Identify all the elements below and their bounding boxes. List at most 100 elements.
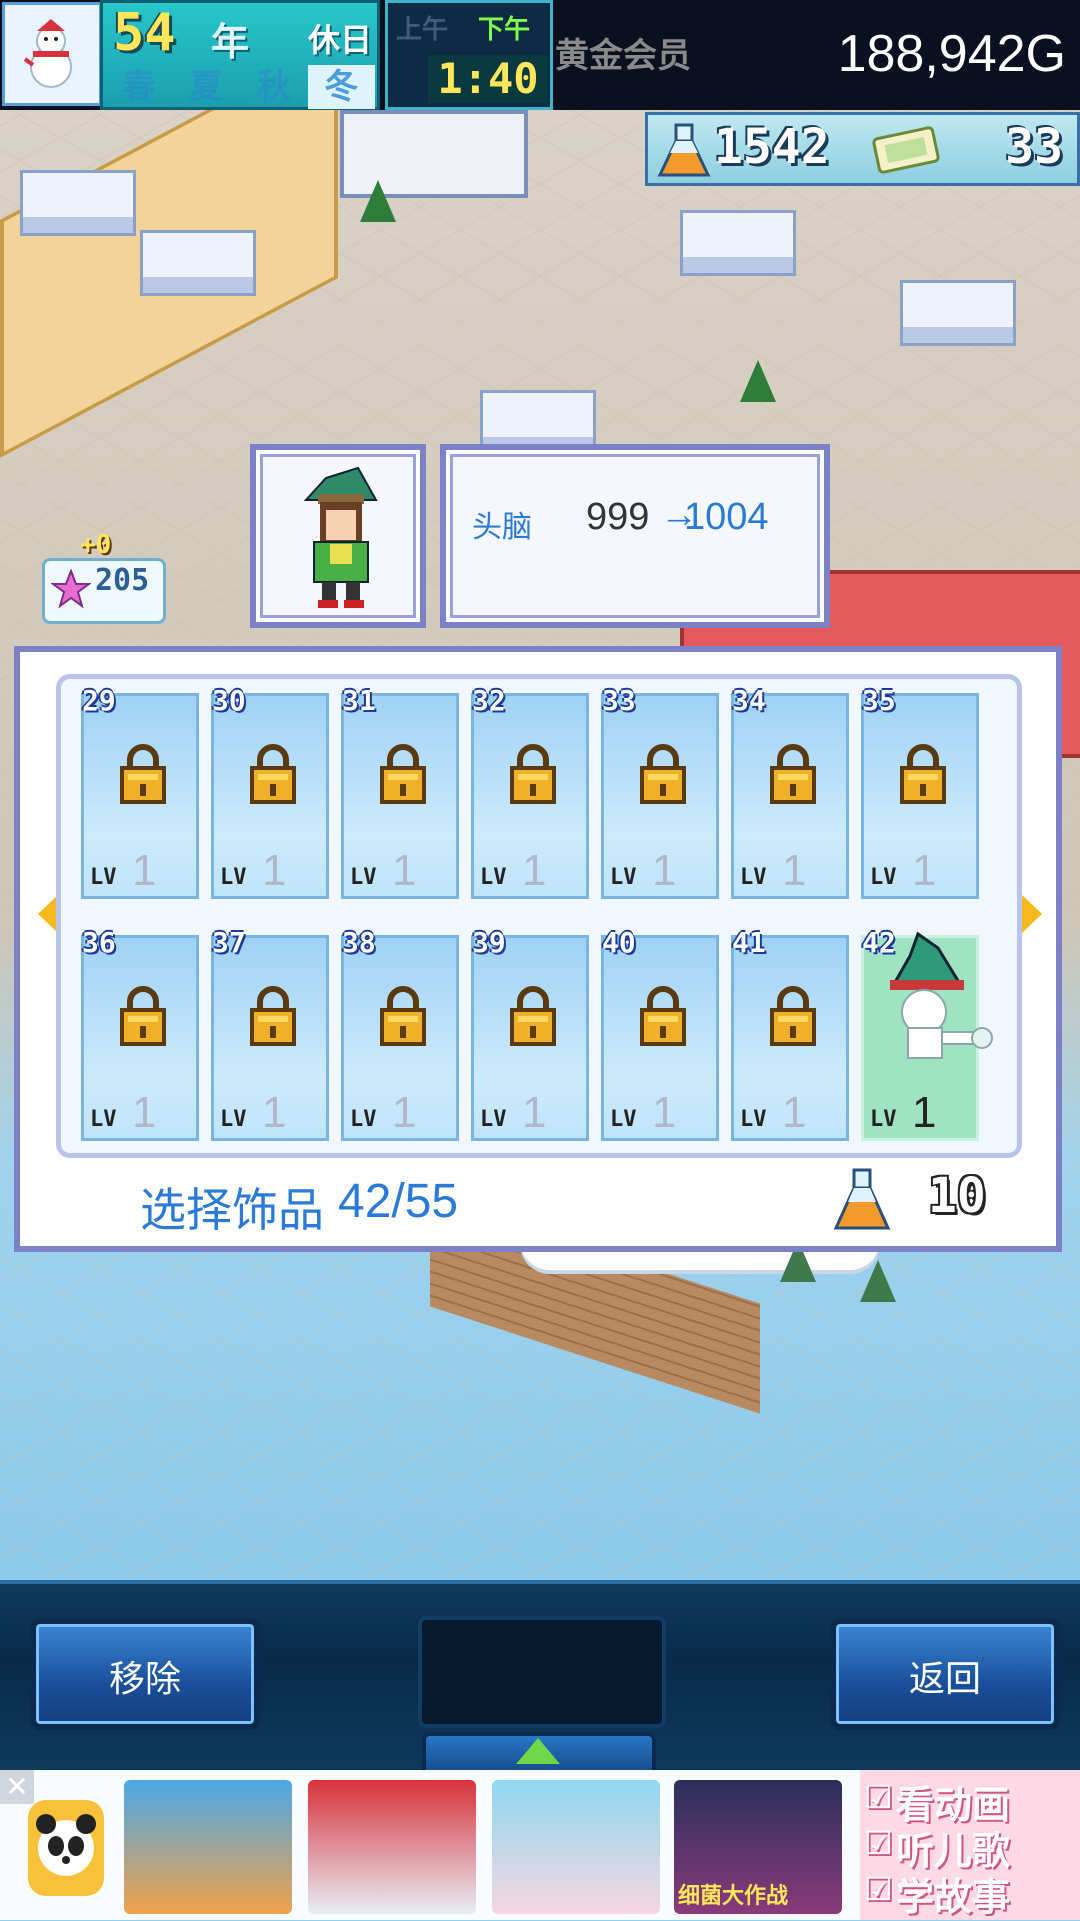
- level-label: LV: [350, 865, 377, 890]
- avatar[interactable]: [2, 2, 102, 106]
- lock-icon: [510, 744, 556, 804]
- level-value: 1: [782, 846, 807, 895]
- snow-tree: [860, 1260, 896, 1302]
- character-badge[interactable]: 205: [42, 558, 166, 624]
- time-panel: 上午 下午 1:40: [385, 0, 553, 110]
- level-label: LV: [220, 865, 247, 890]
- level-value: 1: [522, 846, 547, 895]
- ad-banner[interactable]: ✕ 细菌大作战 ☑ 看动画 ☑ 听儿歌 ☑ 学故事: [0, 1770, 1080, 1920]
- slot-number: 36: [82, 926, 116, 959]
- level-label: LV: [610, 865, 637, 890]
- flask-icon: [657, 123, 711, 177]
- level-value: 1: [522, 1088, 547, 1137]
- level-value: 1: [262, 846, 287, 895]
- season-autumn: 秋: [256, 67, 291, 107]
- center-slot: [418, 1616, 666, 1728]
- level-label: LV: [350, 1107, 377, 1132]
- accessory-slot-34[interactable]: 34 LV 1: [731, 684, 849, 899]
- panda-icon: [36, 1814, 96, 1876]
- level-label: LV: [480, 1107, 507, 1132]
- accessory-slot-30[interactable]: 30 LV 1: [211, 684, 329, 899]
- level-value: 1: [652, 1088, 677, 1137]
- accessory-select-panel: 29 LV 1 30 LV 1 31 LV 1 32 LV 1 33 LV 1 34 LV 1 35 LV 1 36 LV 1…: [14, 646, 1062, 1252]
- badge-value: 205: [95, 563, 150, 598]
- slot-number: 33: [602, 684, 636, 717]
- pm-label: 下午: [478, 15, 531, 45]
- accessory-slot-37[interactable]: 37 LV 1: [211, 926, 329, 1141]
- level-value: 1: [132, 846, 157, 895]
- slot-number: 30: [212, 684, 246, 717]
- close-icon[interactable]: ✕: [0, 1770, 34, 1804]
- snowman-icon: [23, 19, 72, 88]
- stat-change-frame: 头脑 999 → 1004: [440, 444, 830, 628]
- lock-icon: [120, 986, 166, 1046]
- lock-icon: [770, 744, 816, 804]
- slot-number: 37: [212, 926, 246, 959]
- am-label: 上午: [396, 15, 449, 45]
- level-label: LV: [90, 865, 117, 890]
- remove-button[interactable]: 移除: [30, 1618, 260, 1730]
- year-number: 54: [113, 3, 176, 63]
- slot-number: 38: [342, 926, 376, 959]
- bed: [680, 210, 796, 276]
- level-label: LV: [870, 1107, 897, 1132]
- slot-number: 39: [472, 926, 506, 959]
- elf-hat-accessory-icon: [890, 931, 993, 1059]
- ticket-icon: [872, 126, 940, 174]
- accessory-slot-29[interactable]: 29 LV 1: [81, 684, 199, 899]
- check-icon: ☑: [864, 1778, 893, 1816]
- accessory-slot-39[interactable]: 39 LV 1: [471, 926, 589, 1141]
- accessory-slot-32[interactable]: 32 LV 1: [471, 684, 589, 899]
- lock-icon: [900, 744, 946, 804]
- stat-label: 头脑: [472, 510, 532, 545]
- remove-button-label: 移除: [108, 1659, 181, 1700]
- accessory-slot-42[interactable]: 42 LV 1: [861, 926, 993, 1141]
- level-value: 1: [912, 846, 937, 895]
- level-value: 1: [912, 1088, 937, 1137]
- bed: [140, 230, 256, 296]
- lock-icon: [380, 986, 426, 1046]
- accessory-grid: 29 LV 1 30 LV 1 31 LV 1 32 LV 1 33 LV 1 34 LV 1 35 LV 1 36 LV 1…: [56, 674, 1022, 1158]
- accessory-slot-35[interactable]: 35 LV 1: [861, 684, 979, 899]
- check-icon: ☑: [864, 1870, 893, 1908]
- level-label: LV: [870, 865, 897, 890]
- accessory-slot-31[interactable]: 31 LV 1: [341, 684, 459, 899]
- ad-image: [124, 1780, 292, 1914]
- lock-icon: [770, 986, 816, 1046]
- season-winter: 冬: [307, 65, 375, 109]
- lock-icon: [640, 744, 686, 804]
- lock-icon: [120, 744, 166, 804]
- accessory-slot-38[interactable]: 38 LV 1: [341, 926, 459, 1141]
- level-value: 1: [262, 1088, 287, 1137]
- tree: [360, 180, 396, 222]
- bottom-control-bar: 移除 返回: [0, 1580, 1080, 1782]
- check-icon: ☑: [864, 1824, 893, 1862]
- back-button[interactable]: 返回: [830, 1618, 1060, 1730]
- accessory-slot-40[interactable]: 40 LV 1: [601, 926, 719, 1141]
- level-value: 1: [132, 1088, 157, 1137]
- ad-app-logo: [28, 1800, 104, 1896]
- level-value: 1: [782, 1088, 807, 1137]
- stat-new-value: 1004: [684, 496, 769, 538]
- character-portrait-frame: [250, 444, 426, 628]
- level-value: 1: [652, 846, 677, 895]
- bed: [20, 170, 136, 236]
- bed: [900, 280, 1016, 346]
- lock-icon: [640, 986, 686, 1046]
- accessory-slot-36[interactable]: 36 LV 1: [81, 926, 199, 1141]
- slot-number: 29: [82, 684, 116, 717]
- holiday-label: 休日: [308, 21, 373, 59]
- level-value: 1: [392, 846, 417, 895]
- ad-image: [308, 1780, 476, 1914]
- clock: 1:40: [428, 55, 548, 103]
- accessory-slot-41[interactable]: 41 LV 1: [731, 926, 849, 1141]
- badge-plus-text: +0: [80, 530, 112, 560]
- accessory-slot-33[interactable]: 33 LV 1: [601, 684, 719, 899]
- level-label: LV: [480, 865, 507, 890]
- lock-icon: [250, 744, 296, 804]
- lock-icon: [250, 986, 296, 1046]
- select-accessory-label: 选择饰品: [140, 1183, 324, 1237]
- slot-number: 31: [342, 684, 376, 717]
- level-label: LV: [740, 865, 767, 890]
- ad-line: 学故事: [896, 1875, 1011, 1919]
